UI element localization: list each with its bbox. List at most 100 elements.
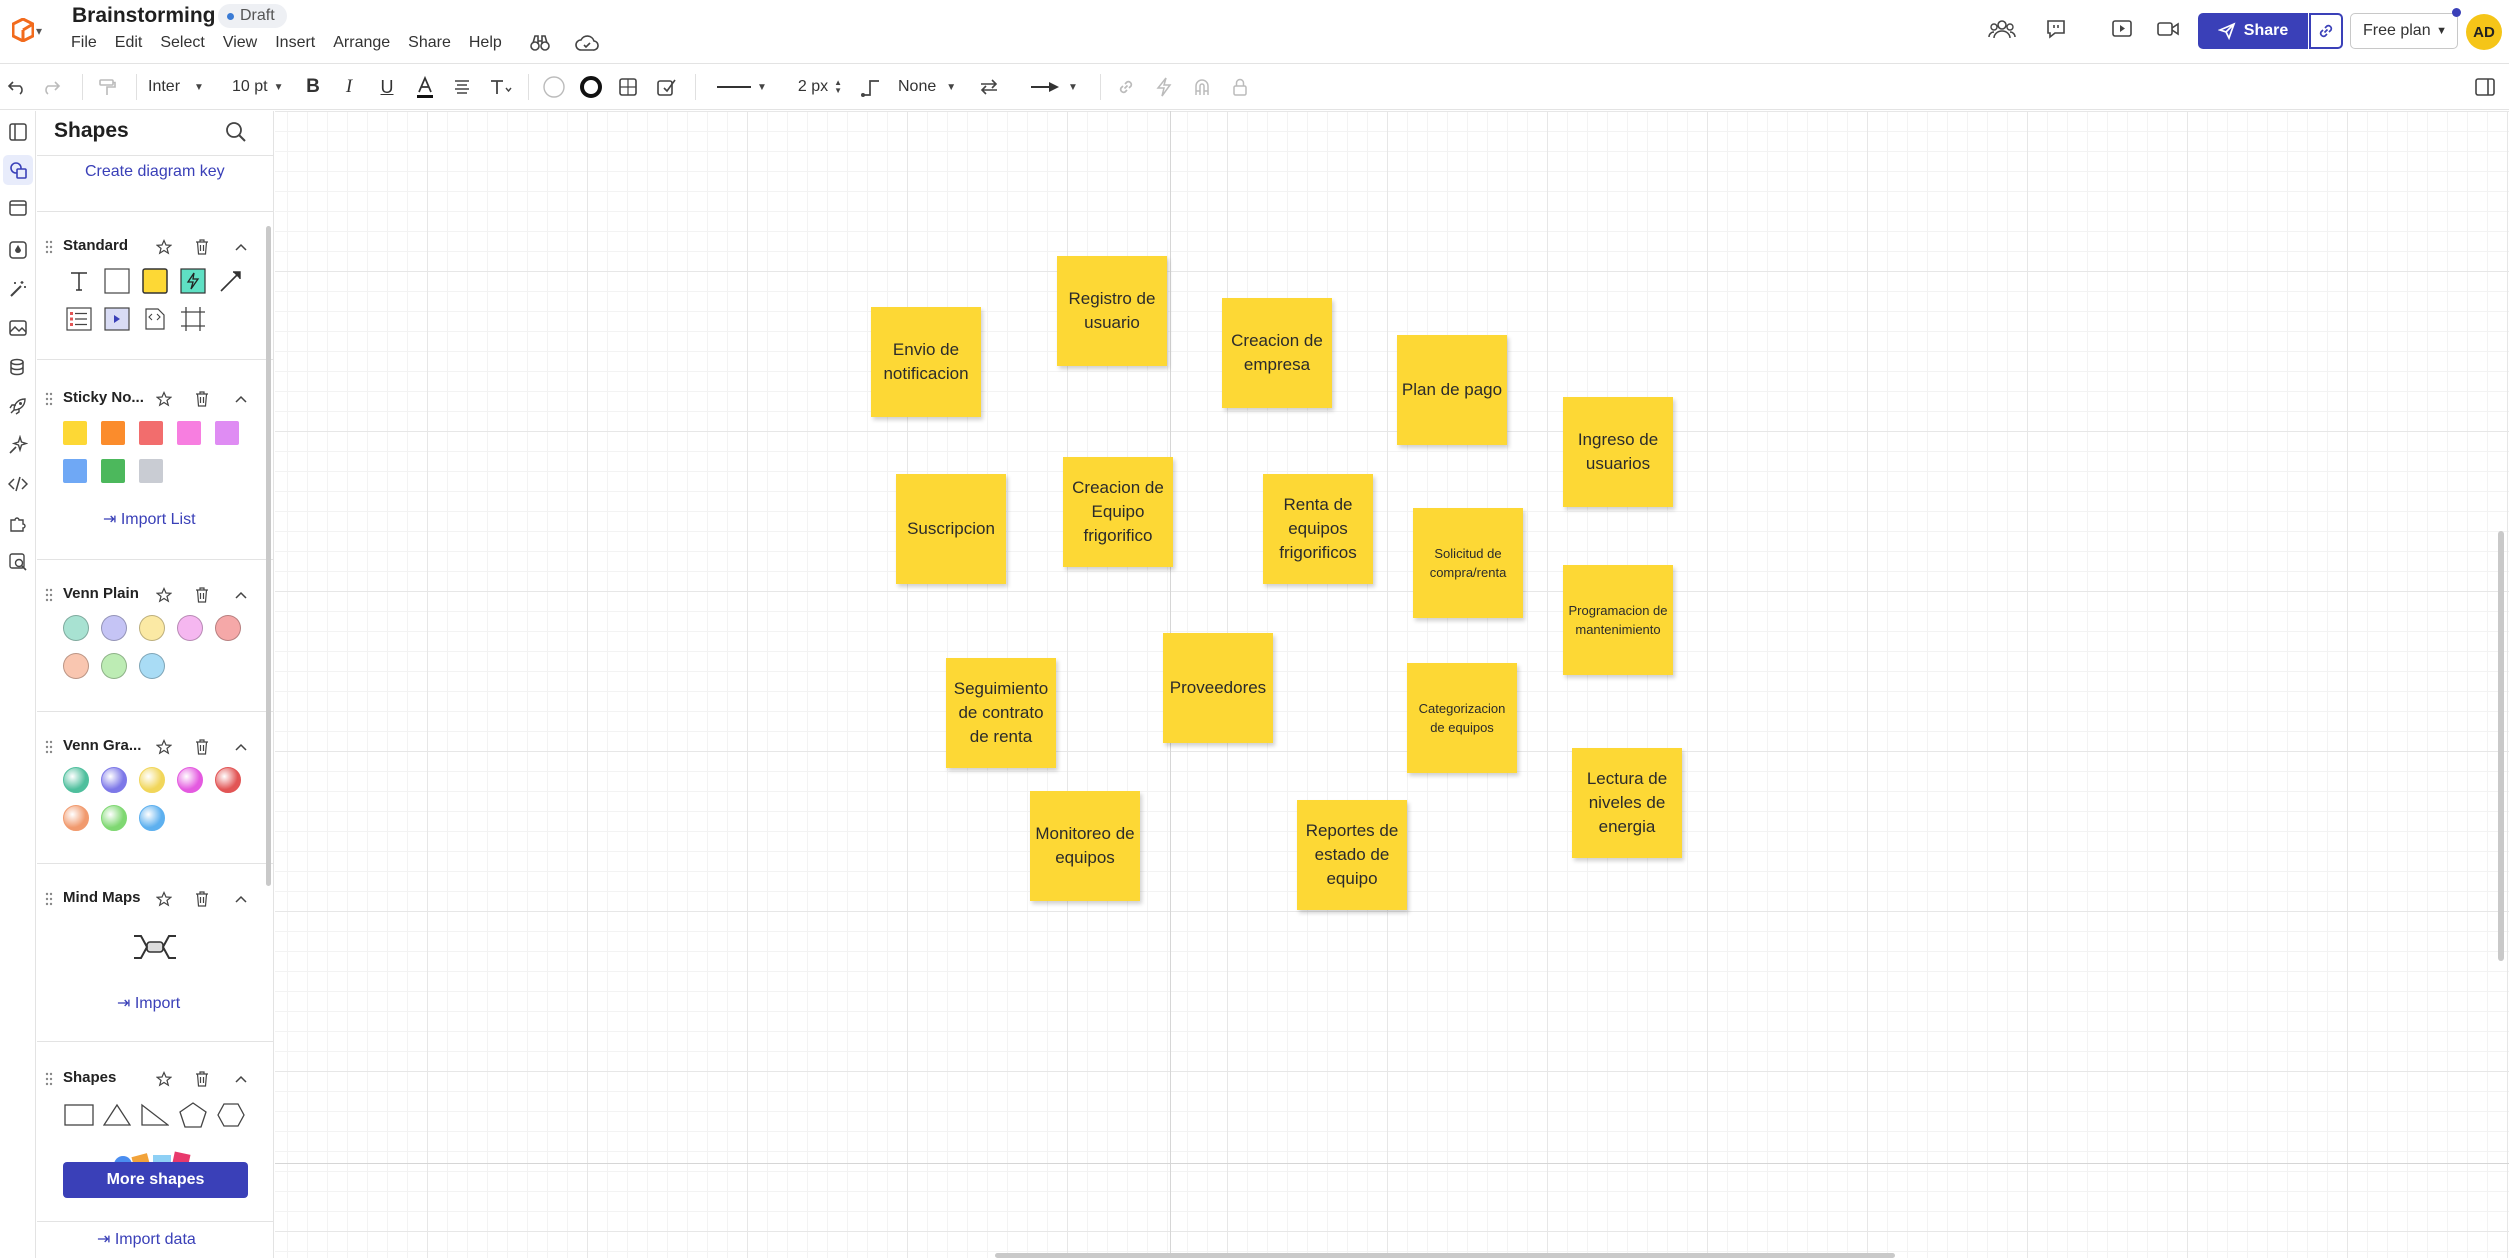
menu-select[interactable]: Select (151, 32, 213, 54)
star-icon[interactable] (154, 585, 174, 605)
section-header-venn-gradient[interactable]: Venn Gra... (37, 735, 269, 759)
endpoint-end-chevron[interactable]: ▼ (1062, 72, 1084, 102)
menu-share[interactable]: Share (399, 32, 460, 54)
shapes-panel-icon[interactable] (3, 155, 33, 185)
text-color-icon[interactable] (410, 72, 440, 102)
video-call-icon[interactable] (2154, 15, 2182, 43)
sticky-note[interactable]: Solicitud de compra/renta (1413, 508, 1523, 618)
venn-plain-circle[interactable] (215, 615, 241, 641)
line-color-icon[interactable] (576, 72, 606, 102)
mind-map-import-link[interactable]: ⇥ Import (117, 993, 180, 1013)
venn-gradient-circle[interactable] (139, 805, 165, 831)
sticky-color-swatch[interactable] (101, 459, 125, 483)
import-data-link[interactable]: ⇥ Import data (97, 1229, 196, 1249)
sticky-color-swatch[interactable] (215, 421, 239, 445)
sticky-note[interactable]: Envio de notificacion (871, 307, 981, 417)
venn-gradient-circle[interactable] (63, 767, 89, 793)
templates-icon[interactable] (3, 193, 33, 223)
trash-icon[interactable] (192, 585, 212, 605)
video-shape-icon[interactable] (101, 303, 133, 335)
triangle-shape-icon[interactable] (101, 1099, 133, 1131)
border-options-icon[interactable] (613, 72, 643, 102)
chevron-up-icon[interactable] (231, 889, 251, 909)
image-icon[interactable] (3, 313, 33, 343)
chevron-up-icon[interactable] (231, 389, 251, 409)
arrow-line-shape-icon[interactable] (215, 265, 247, 297)
menu-arrange[interactable]: Arrange (324, 32, 399, 54)
chevron-up-icon[interactable] (231, 737, 251, 757)
drag-handle-icon[interactable] (45, 239, 53, 255)
menu-view[interactable]: View (214, 32, 266, 54)
font-size-select[interactable]: 10 pt ▼ (232, 72, 294, 102)
sticky-note[interactable]: Creacion de Equipo frigorifico (1063, 457, 1173, 567)
text-align-icon[interactable] (447, 72, 477, 102)
drag-handle-icon[interactable] (45, 391, 53, 407)
style-options-icon[interactable] (651, 72, 681, 102)
canvas-horizontal-scrollbar[interactable] (995, 1253, 1895, 1258)
font-family-select[interactable]: Inter ▼ (148, 72, 222, 102)
rocket-icon[interactable] (3, 391, 33, 421)
underline-icon[interactable]: U (372, 72, 402, 102)
document-title[interactable]: Brainstorming (72, 4, 216, 28)
more-shapes-button[interactable]: More shapes (63, 1162, 248, 1198)
search-documents-icon[interactable] (3, 547, 33, 577)
lock-icon[interactable] (1226, 72, 1254, 102)
code-icon[interactable] (3, 469, 33, 499)
status-badge[interactable]: Draft (218, 4, 287, 28)
rectangle-shape-icon[interactable] (63, 1099, 95, 1131)
venn-plain-circle[interactable] (139, 615, 165, 641)
action-shape-icon[interactable] (177, 265, 209, 297)
section-header-mind-maps[interactable]: Mind Maps (37, 887, 269, 911)
star-icon[interactable] (154, 389, 174, 409)
menu-file[interactable]: File (71, 32, 106, 54)
venn-plain-circle[interactable] (177, 615, 203, 641)
pentagon-shape-icon[interactable] (177, 1099, 209, 1131)
sticky-color-swatch[interactable] (63, 459, 87, 483)
trash-icon[interactable] (192, 737, 212, 757)
sticky-color-swatch[interactable] (63, 421, 87, 445)
mind-map-icon[interactable] (131, 923, 179, 971)
star-icon[interactable] (154, 237, 174, 257)
venn-gradient-circle[interactable] (177, 767, 203, 793)
embed-code-shape-icon[interactable] (139, 303, 171, 335)
binoculars-icon[interactable] (527, 30, 553, 56)
hexagon-shape-icon[interactable] (215, 1099, 247, 1131)
star-icon[interactable] (154, 889, 174, 909)
text-options-icon[interactable] (485, 72, 517, 102)
trash-icon[interactable] (192, 889, 212, 909)
sticky-note[interactable]: Monitoreo de equipos (1030, 791, 1140, 901)
cloud-saved-icon[interactable] (574, 30, 600, 56)
venn-gradient-circle[interactable] (63, 805, 89, 831)
sticky-color-swatch[interactable] (101, 421, 125, 445)
drag-handle-icon[interactable] (45, 891, 53, 907)
sticky-note-shape-icon[interactable] (139, 265, 171, 297)
sticky-note[interactable]: Suscripcion (896, 474, 1006, 584)
trash-icon[interactable] (192, 1069, 212, 1089)
trash-icon[interactable] (192, 389, 212, 409)
magic-wand-icon[interactable] (3, 274, 33, 304)
redo-icon[interactable] (36, 72, 66, 102)
comments-icon[interactable] (2042, 15, 2070, 43)
text-shape-icon[interactable] (63, 265, 95, 297)
sticky-note[interactable]: Reportes de estado de equipo (1297, 800, 1407, 910)
venn-gradient-circle[interactable] (215, 767, 241, 793)
database-icon[interactable] (3, 352, 33, 382)
frame-shape-icon[interactable] (177, 303, 209, 335)
panel-scrollbar[interactable] (266, 226, 271, 886)
line-style-select[interactable]: ▼ (712, 72, 772, 102)
chevron-up-icon[interactable] (231, 1069, 251, 1089)
sticky-note[interactable]: Categorizacion de equipos (1407, 663, 1517, 773)
menu-edit[interactable]: Edit (106, 32, 152, 54)
drag-handle-icon[interactable] (45, 739, 53, 755)
section-header-shapes[interactable]: Shapes (37, 1067, 269, 1091)
venn-plain-circle[interactable] (63, 615, 89, 641)
section-header-venn-plain[interactable]: Venn Plain (37, 583, 269, 607)
create-diagram-key-link[interactable]: Create diagram key (85, 163, 225, 181)
sticky-note[interactable]: Renta de equipos frigorificos (1263, 474, 1373, 584)
share-button[interactable]: Share (2198, 13, 2308, 49)
rectangle-shape-icon[interactable] (101, 265, 133, 297)
action-bolt-icon[interactable] (1150, 72, 1178, 102)
endpoint-start-select[interactable]: None ▼ (898, 72, 968, 102)
venn-gradient-circle[interactable] (139, 767, 165, 793)
present-icon[interactable] (2108, 15, 2136, 43)
